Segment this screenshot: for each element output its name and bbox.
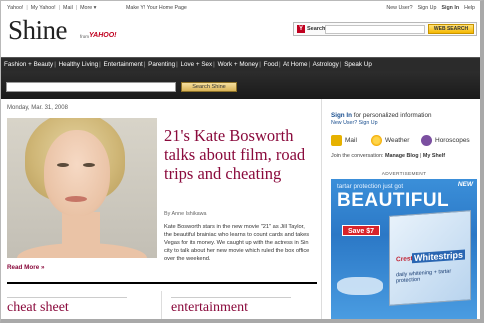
web-search-input[interactable] [325, 25, 425, 34]
yahoo-link[interactable]: Yahoo! [7, 5, 23, 11]
page-date: Monday, Mar. 31, 2008 [7, 105, 68, 111]
ad-new-badge: NEW [457, 181, 473, 188]
web-search-box: Y Search WEB SEARCH [293, 22, 477, 36]
nav-healthy-living[interactable]: Healthy Living [59, 61, 99, 68]
feature-body: Kate Bosworth stars in the new movie "21… [164, 224, 310, 262]
yahoo-logo[interactable]: YAHOO! [89, 32, 116, 39]
yahoo-links: Yahoo! | My Yahoo! | Mail | More ▾ [7, 5, 97, 11]
advertisement-label: ADVERTISEMENT [381, 172, 427, 177]
my-shelf-link[interactable]: My Shelf [423, 153, 445, 159]
nav-speak-up[interactable]: Speak Up [344, 61, 372, 68]
quick-links: Mail Weather Horoscopes [331, 135, 477, 149]
ad-smile-image [337, 277, 383, 295]
nav-work-money[interactable]: Work + Money [218, 61, 259, 68]
section-cheat-sheet[interactable]: cheat sheet [7, 300, 69, 316]
column-divider [321, 99, 322, 319]
mail-link[interactable]: Mail [63, 5, 73, 11]
ad-headline: BEAUTIFUL [337, 190, 450, 211]
nav-entertainment[interactable]: Entertainment [104, 61, 143, 68]
nav-fashion-beauty[interactable]: Fashion + Beauty [4, 61, 53, 68]
crest-ad[interactable]: tartar protection just got BEAUTIFUL NEW… [331, 179, 477, 319]
ad-sub: daily whitening + tartar protection [396, 268, 452, 285]
read-more-link[interactable]: Read More » [7, 264, 44, 271]
yahoo-y-icon: Y [297, 25, 305, 33]
ad-brand: Crest [396, 255, 413, 264]
nav-at-home[interactable]: At Home [283, 61, 308, 68]
feature-byline: By Anne Ishikawa [164, 211, 207, 217]
weather-icon [371, 135, 382, 146]
nav-food[interactable]: Food [264, 61, 278, 68]
search-shine-button[interactable]: Search Shine [181, 82, 237, 92]
sign-up-link[interactable]: Sign Up [418, 5, 437, 11]
sidebar-new-user-link[interactable]: New User? Sign Up [331, 120, 378, 126]
nav-love-sex[interactable]: Love + Sex [180, 61, 212, 68]
sign-in-link[interactable]: Sign In [441, 5, 459, 11]
category-nav: Fashion + Beauty| Healthy Living| Entert… [1, 57, 480, 71]
web-search-label: Search [307, 26, 326, 32]
mail-quicklink[interactable]: Mail [331, 135, 357, 146]
sidebar-signin: Sign In for personalized information [331, 112, 431, 119]
browser-frame: Yahoo! | My Yahoo! | Mail | More ▾ Make Y! … [0, 0, 484, 323]
weather-quicklink[interactable]: Weather [371, 135, 409, 146]
ad-product: Whitestrips [412, 249, 466, 264]
join-conversation: Join the conversation: Manage Blog | My … [331, 153, 446, 159]
sidebar-sign-in-text: for personalized information [353, 112, 432, 119]
ad-save-badge: Save $7 [342, 225, 380, 236]
sidebar-sign-in-link[interactable]: Sign In [331, 112, 352, 119]
web-search-button[interactable]: WEB SEARCH [428, 24, 474, 34]
nav-parenting[interactable]: Parenting [148, 61, 175, 68]
section-divider [7, 282, 317, 284]
section-entertainment[interactable]: entertainment [171, 300, 248, 316]
make-home-link[interactable]: Make Y! Your Home Page [126, 5, 187, 11]
product-box: Crest Whitestrips daily whitening + tart… [389, 210, 471, 306]
weather-quicklink-label: Weather [385, 137, 410, 144]
help-link[interactable]: Help [464, 5, 475, 11]
feature-photo[interactable] [7, 118, 157, 258]
join-text: Join the conversation: [331, 153, 384, 159]
my-yahoo-link[interactable]: My Yahoo! [31, 5, 56, 11]
feature-headline[interactable]: 21's Kate Bosworth talks about film, roa… [164, 126, 316, 183]
from-label: from [80, 34, 89, 39]
more-menu[interactable]: More ▾ [80, 5, 96, 11]
nav-astrology[interactable]: Astrology [313, 61, 339, 68]
ad-tagline: tartar protection just got [337, 183, 404, 190]
yahoo-topbar: Yahoo! | My Yahoo! | Mail | More ▾ Make Y! … [1, 1, 480, 13]
horoscopes-icon [421, 135, 432, 146]
horoscopes-quicklink[interactable]: Horoscopes [421, 135, 470, 146]
manage-blog-link[interactable]: Manage Blog [385, 153, 419, 159]
new-user-text: New User? [386, 5, 413, 11]
mail-quicklink-label: Mail [345, 137, 357, 144]
shine-logo[interactable]: Shine [8, 15, 68, 46]
horoscopes-quicklink-label: Horoscopes [435, 137, 470, 144]
site-search-input[interactable] [6, 82, 176, 92]
mail-icon [331, 135, 342, 146]
account-links: New User? Sign Up Sign In Help [386, 5, 475, 11]
